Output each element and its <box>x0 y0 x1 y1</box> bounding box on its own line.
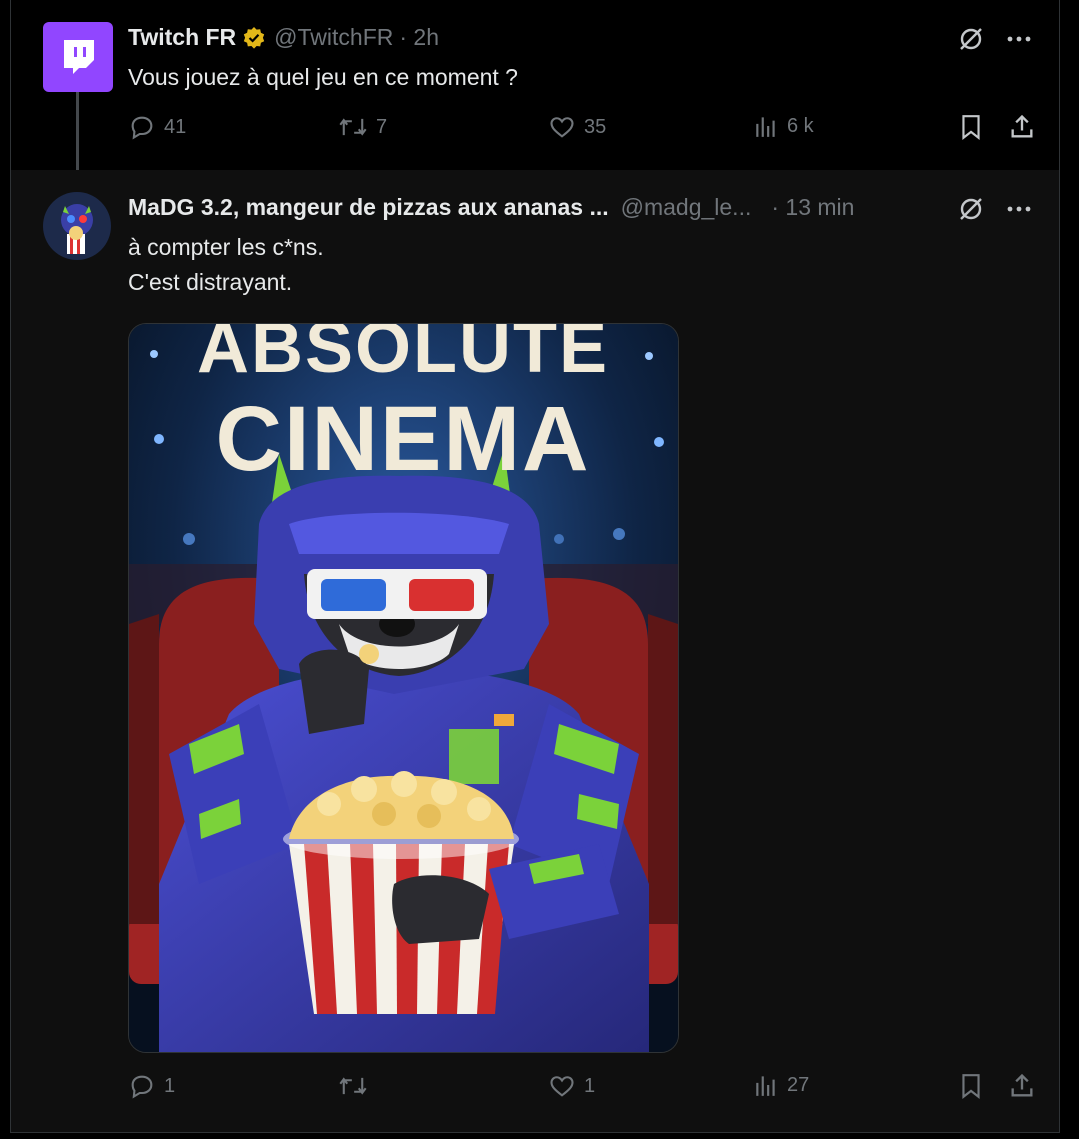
views-chart-icon <box>756 1076 775 1096</box>
twitch-avatar[interactable] <box>43 22 113 92</box>
tweet-madg-reply[interactable]: MaDG 3.2, mangeur de pizzas aux ananas .… <box>11 170 1059 1132</box>
bookmark-button[interactable] <box>958 1072 984 1100</box>
poster-title-line2: CINEMA <box>216 388 591 490</box>
repost-button[interactable] <box>338 1072 376 1100</box>
grok-icon[interactable] <box>958 26 984 52</box>
tweet-text-line: à compter les c*ns. <box>128 234 324 260</box>
absolute-cinema-poster: ABSOLUTE CINEMA <box>129 324 678 1052</box>
views-button[interactable]: 27 <box>753 1072 809 1098</box>
tweet-top-actions <box>958 196 1032 222</box>
poster-title-line1: ABSOLUTE <box>197 324 609 388</box>
tweet-header: MaDG 3.2, mangeur de pizzas aux ananas .… <box>128 194 854 221</box>
heart-icon <box>550 1076 574 1097</box>
views-count: 27 <box>787 1073 810 1096</box>
reply-button[interactable]: 41 <box>128 113 186 141</box>
share-icon <box>1011 1073 1033 1097</box>
share-icon <box>1011 114 1033 138</box>
tweet-text: Vous jouez à quel jeu en ce moment ? <box>128 64 518 90</box>
repost-icon <box>339 1077 367 1095</box>
like-count: 35 <box>584 115 607 138</box>
display-name[interactable]: Twitch FR <box>128 24 236 51</box>
timestamp[interactable]: · 2h <box>399 24 439 51</box>
reply-count: 1 <box>164 1074 176 1097</box>
bookmark-button[interactable] <box>958 113 984 141</box>
timestamp[interactable]: · 13 min <box>771 194 854 221</box>
views-button[interactable]: 6 k <box>753 113 814 139</box>
tweet-image[interactable]: ABSOLUTE CINEMA <box>128 323 679 1053</box>
like-count: 1 <box>584 1074 596 1097</box>
repost-count: 7 <box>376 115 388 138</box>
more-options-icon[interactable] <box>1006 205 1032 213</box>
display-name[interactable]: MaDG 3.2, mangeur de pizzas aux ananas .… <box>128 194 609 221</box>
tweet-actions: 1 1 27 <box>128 1072 1039 1112</box>
views-count: 6 k <box>787 114 814 137</box>
tweet-text: à compter les c*ns. C'est distrayant. <box>128 230 324 300</box>
tweet-top-actions <box>958 26 1032 52</box>
share-button[interactable] <box>1008 113 1036 141</box>
share-button[interactable] <box>1008 1072 1036 1100</box>
madg-avatar[interactable] <box>43 192 111 260</box>
tweet-twitchfr[interactable]: Twitch FR @TwitchFR · 2h Vous jouez à qu… <box>11 0 1059 187</box>
handle[interactable]: @madg_le... <box>621 194 752 221</box>
reply-count: 41 <box>164 115 187 138</box>
twitch-logo-icon <box>64 40 94 74</box>
reply-icon <box>131 1075 153 1099</box>
heart-icon <box>550 117 574 138</box>
grok-icon[interactable] <box>958 196 984 222</box>
reply-icon <box>131 116 153 140</box>
conversation-frame: Twitch FR @TwitchFR · 2h Vous jouez à qu… <box>10 0 1060 1133</box>
like-button[interactable]: 35 <box>548 113 606 141</box>
tweet-header: Twitch FR @TwitchFR · 2h <box>128 24 439 51</box>
handle[interactable]: @TwitchFR <box>274 24 393 51</box>
bookmark-icon <box>962 115 980 140</box>
repost-icon <box>339 118 367 136</box>
repost-button[interactable]: 7 <box>338 113 387 141</box>
views-chart-icon <box>756 117 775 137</box>
like-button[interactable]: 1 <box>548 1072 595 1100</box>
tweet-actions: 41 7 35 6 k <box>128 113 1039 153</box>
more-options-icon[interactable] <box>1006 35 1032 43</box>
bookmark-icon <box>962 1074 980 1099</box>
verified-gold-icon <box>242 26 266 50</box>
tweet-text-line: C'est distrayant. <box>128 269 293 295</box>
reply-button[interactable]: 1 <box>128 1072 175 1100</box>
